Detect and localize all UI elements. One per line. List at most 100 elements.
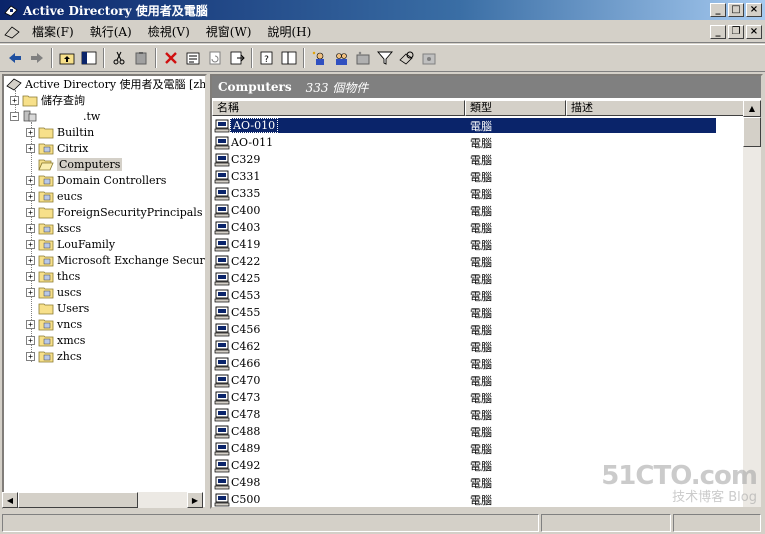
table-row[interactable]: C470 電腦 xyxy=(214,372,745,389)
cut-button[interactable] xyxy=(108,47,130,69)
table-row[interactable]: C419 電腦 xyxy=(214,236,745,253)
table-row[interactable]: C456 電腦 xyxy=(214,321,745,338)
ad-app-icon[interactable] xyxy=(3,2,19,18)
table-row[interactable]: C331 電腦 xyxy=(214,168,745,185)
ad-child-icon[interactable] xyxy=(4,24,20,40)
table-row[interactable]: C489 電腦 xyxy=(214,440,745,457)
find-button[interactable] xyxy=(396,47,418,69)
table-row[interactable]: C478 電腦 xyxy=(214,406,745,423)
expand-icon[interactable]: + xyxy=(26,351,35,361)
tree-item-saved-queries[interactable]: + 儲存查詢 xyxy=(10,92,85,108)
child-close-button[interactable]: × xyxy=(746,25,762,39)
help-button[interactable]: ? xyxy=(256,47,278,69)
tree-item-foreignsecurityprincipals[interactable]: + ForeignSecurityPrincipals xyxy=(26,204,202,220)
table-row[interactable]: C466 電腦 xyxy=(214,355,745,372)
scroll-track[interactable] xyxy=(18,492,187,508)
menu-file[interactable]: 檔案(F) xyxy=(24,23,82,40)
table-row[interactable]: C400 電腦 xyxy=(214,202,745,219)
tree-item-thcs[interactable]: + thcs xyxy=(26,268,80,284)
tree-horizontal-scrollbar[interactable]: ◀ ▶ xyxy=(2,492,203,508)
tree-item-eucs[interactable]: + eucs xyxy=(26,188,82,204)
child-minimize-button[interactable]: _ xyxy=(710,25,726,39)
table-row[interactable]: C425 電腦 xyxy=(214,270,745,287)
tree-item-domain-controllers[interactable]: + Domain Controllers xyxy=(26,172,166,188)
table-row[interactable]: C473 電腦 xyxy=(214,389,745,406)
table-row[interactable]: AO-011 電腦 xyxy=(214,134,745,151)
tree-item-kscs[interactable]: + kscs xyxy=(26,220,81,236)
table-row[interactable]: C422 電腦 xyxy=(214,253,745,270)
table-row[interactable]: C462 電腦 xyxy=(214,338,745,355)
tree-item-uscs[interactable]: + uscs xyxy=(26,284,82,300)
expand-icon[interactable]: + xyxy=(26,255,35,265)
filter-button[interactable] xyxy=(374,47,396,69)
expand-icon[interactable]: + xyxy=(26,191,35,201)
table-row[interactable]: C403 電腦 xyxy=(214,219,745,236)
expand-icon[interactable]: + xyxy=(26,143,35,153)
child-restore-button[interactable]: ❐ xyxy=(728,25,744,39)
paste-button[interactable] xyxy=(130,47,152,69)
expand-icon[interactable]: + xyxy=(26,271,35,281)
computer-icon xyxy=(214,119,230,133)
expand-icon[interactable]: + xyxy=(26,207,35,217)
table-row[interactable]: AO-010 電腦 xyxy=(214,117,745,134)
expand-icon[interactable]: + xyxy=(26,223,35,233)
tree-item-loufamily[interactable]: + LouFamily xyxy=(26,236,115,252)
menu-view[interactable]: 檢視(V) xyxy=(140,23,198,40)
expand-icon[interactable]: + xyxy=(10,95,19,105)
properties-button[interactable] xyxy=(182,47,204,69)
details-vertical-scrollbar[interactable]: ▲ xyxy=(743,100,761,507)
refresh-button[interactable] xyxy=(204,47,226,69)
expand-icon[interactable]: + xyxy=(26,239,35,249)
expand-icon[interactable]: + xyxy=(26,287,35,297)
menu-window[interactable]: 視窗(W) xyxy=(198,23,260,40)
scroll-thumb[interactable] xyxy=(18,492,138,508)
column-description[interactable]: 描述 xyxy=(566,100,745,116)
add-to-group-button[interactable] xyxy=(418,47,440,69)
tree-item-xmcs[interactable]: + xmcs xyxy=(26,332,85,348)
column-type[interactable]: 類型 xyxy=(465,100,566,116)
new-ou-button[interactable] xyxy=(352,47,374,69)
scroll-right-icon[interactable]: ▶ xyxy=(187,492,203,508)
expand-icon[interactable]: + xyxy=(26,319,35,329)
tree-item-builtin[interactable]: + Builtin xyxy=(26,124,94,140)
back-button[interactable] xyxy=(4,47,26,69)
menu-action[interactable]: 執行(A) xyxy=(82,23,140,40)
column-name[interactable]: 名稱 xyxy=(212,100,465,116)
table-row[interactable]: C453 電腦 xyxy=(214,287,745,304)
table-row[interactable]: C488 電腦 xyxy=(214,423,745,440)
expand-icon[interactable]: + xyxy=(26,335,35,345)
minimize-button[interactable]: _ xyxy=(710,3,726,17)
new-user-button[interactable] xyxy=(308,47,330,69)
tree-item-computers[interactable]: Computers xyxy=(26,156,123,172)
tree-item-domain[interactable]: − .tw xyxy=(10,108,100,124)
forward-button[interactable] xyxy=(26,47,48,69)
up-level-button[interactable] xyxy=(56,47,78,69)
table-row[interactable]: C492 電腦 xyxy=(214,457,745,474)
tree-item-zhcs[interactable]: + zhcs xyxy=(26,348,82,364)
scroll-thumb[interactable] xyxy=(743,117,761,147)
scroll-left-icon[interactable]: ◀ xyxy=(2,492,18,508)
table-row[interactable]: C329 電腦 xyxy=(214,151,745,168)
scroll-track[interactable] xyxy=(743,147,761,507)
menu-help[interactable]: 說明(H) xyxy=(259,23,319,40)
close-button[interactable]: × xyxy=(746,3,762,17)
delete-button[interactable] xyxy=(160,47,182,69)
new-group-button[interactable] xyxy=(330,47,352,69)
tree-item-users[interactable]: Users xyxy=(26,300,89,316)
collapse-icon[interactable]: − xyxy=(10,111,19,121)
table-row[interactable]: C455 電腦 xyxy=(214,304,745,321)
show-hide-tree-button[interactable] xyxy=(78,47,100,69)
table-row[interactable]: C498 電腦 xyxy=(214,474,745,491)
table-row[interactable]: C500 電腦 xyxy=(214,491,745,507)
show-pane-button[interactable] xyxy=(278,47,300,69)
expand-icon[interactable]: + xyxy=(26,127,35,137)
maximize-button[interactable]: □ xyxy=(728,3,744,17)
scroll-up-icon[interactable]: ▲ xyxy=(743,100,761,117)
expand-icon[interactable]: + xyxy=(26,175,35,185)
tree-item-citrix[interactable]: + Citrix xyxy=(26,140,88,156)
table-row[interactable]: C335 電腦 xyxy=(214,185,745,202)
tree-item-vncs[interactable]: + vncs xyxy=(26,316,82,332)
tree-item-microsoft-exchange-security[interactable]: + Microsoft Exchange Security ( xyxy=(26,252,205,268)
export-list-button[interactable] xyxy=(226,47,248,69)
tree-root[interactable]: Active Directory 使用者及電腦 [zhcs xyxy=(6,76,205,92)
